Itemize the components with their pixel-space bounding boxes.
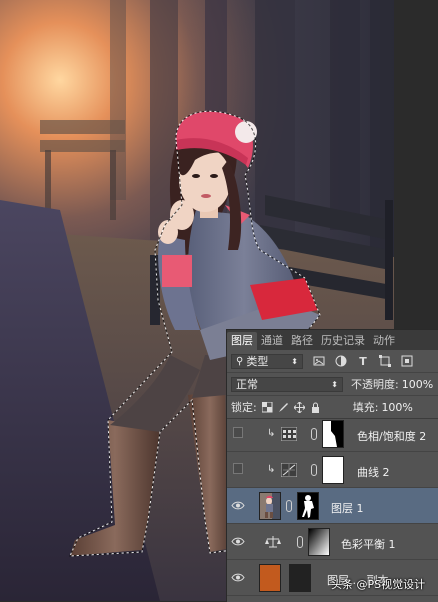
- filter-smart-object-icon[interactable]: [401, 355, 413, 367]
- visibility-toggle-off[interactable]: [233, 427, 243, 438]
- filter-type-select[interactable]: ⚲ 类型 ⬍: [231, 353, 303, 369]
- fill-input[interactable]: 100%: [381, 401, 412, 414]
- layers-list: ↳ 色相/饱和度 2 ↳ 曲线 2 图层 1 色彩平衡 1 图层 ... 副本: [227, 416, 438, 602]
- layer-thumbnail[interactable]: [259, 492, 281, 520]
- fill-label: 填充:: [352, 401, 379, 414]
- tab-paths[interactable]: 路径: [287, 332, 317, 350]
- layer-row[interactable]: ↳ 曲线 2: [227, 452, 438, 488]
- lock-all-icon[interactable]: [310, 402, 321, 413]
- filter-type-label: 类型: [246, 354, 269, 368]
- stepper-arrows-icon: ⬍: [291, 356, 298, 366]
- tab-actions[interactable]: 动作: [369, 332, 399, 350]
- blend-mode-value: 正常: [236, 377, 258, 391]
- clipping-arrow-icon: ↳: [267, 428, 276, 439]
- hue-saturation-icon: [281, 426, 297, 442]
- link-chain-icon[interactable]: [311, 428, 317, 440]
- layer-row[interactable]: 色彩平衡 1: [227, 524, 438, 560]
- panel-tab-bar: 图层 通道 路径 历史记录 动作: [227, 330, 438, 350]
- link-chain-icon[interactable]: [297, 536, 303, 548]
- filter-adjustment-icon[interactable]: [335, 355, 347, 367]
- curves-icon: [281, 462, 297, 478]
- lock-transparent-icon[interactable]: [261, 401, 273, 413]
- link-chain-icon[interactable]: [311, 464, 317, 476]
- tab-history[interactable]: 历史记录: [317, 332, 369, 350]
- eye-icon[interactable]: [231, 572, 245, 583]
- search-icon: ⚲: [236, 355, 244, 367]
- layer-mask-thumbnail[interactable]: [322, 420, 344, 448]
- lock-image-brush-icon[interactable]: [278, 402, 289, 413]
- fill-color-thumbnail[interactable]: [259, 564, 281, 592]
- filter-pixel-icon[interactable]: [313, 355, 325, 367]
- layer-mask-thumbnail[interactable]: [297, 492, 319, 520]
- layer-name: 图层 1: [331, 502, 364, 515]
- watermark-text: 头条 @PS视觉设计: [331, 578, 426, 591]
- layer-mask-thumbnail[interactable]: [308, 528, 330, 556]
- layer-row-selected[interactable]: 图层 1: [227, 488, 438, 524]
- filter-type-layer-icon[interactable]: T: [357, 355, 369, 368]
- clipping-arrow-icon: ↳: [267, 464, 276, 475]
- layer-row[interactable]: ↳ 色相/饱和度 2: [227, 416, 438, 452]
- eye-icon[interactable]: [231, 536, 245, 547]
- filter-shape-icon[interactable]: [379, 355, 391, 367]
- color-balance-icon: [265, 534, 281, 550]
- layer-filter-bar: ⚲ 类型 ⬍ T: [227, 350, 438, 373]
- blend-row: 正常 ⬍ 不透明度: 100%: [227, 373, 438, 396]
- tab-layers[interactable]: 图层: [227, 332, 257, 350]
- layer-name: 色相/饱和度 2: [357, 430, 427, 443]
- eye-icon[interactable]: [231, 500, 245, 511]
- layers-panel: 图层 通道 路径 历史记录 动作 ⚲ 类型 ⬍ T 正常 ⬍ 不透明度: 100…: [226, 329, 438, 602]
- blend-mode-select[interactable]: 正常 ⬍: [231, 376, 343, 392]
- stepper-arrows-icon: ⬍: [331, 379, 338, 389]
- opacity-input[interactable]: 100%: [402, 378, 433, 391]
- link-chain-icon[interactable]: [286, 500, 292, 512]
- workspace-strip: [394, 0, 438, 329]
- layer-name: 色彩平衡 1: [341, 538, 396, 551]
- layer-mask-thumbnail[interactable]: [322, 456, 344, 484]
- lock-position-move-icon[interactable]: [293, 401, 306, 413]
- layer-mask-thumbnail[interactable]: [289, 564, 311, 592]
- lock-label: 锁定:: [231, 401, 257, 414]
- opacity-label: 不透明度:: [351, 378, 399, 391]
- visibility-toggle-off[interactable]: [233, 463, 243, 474]
- tab-channels[interactable]: 通道: [257, 332, 287, 350]
- layer-name: 曲线 2: [357, 466, 390, 479]
